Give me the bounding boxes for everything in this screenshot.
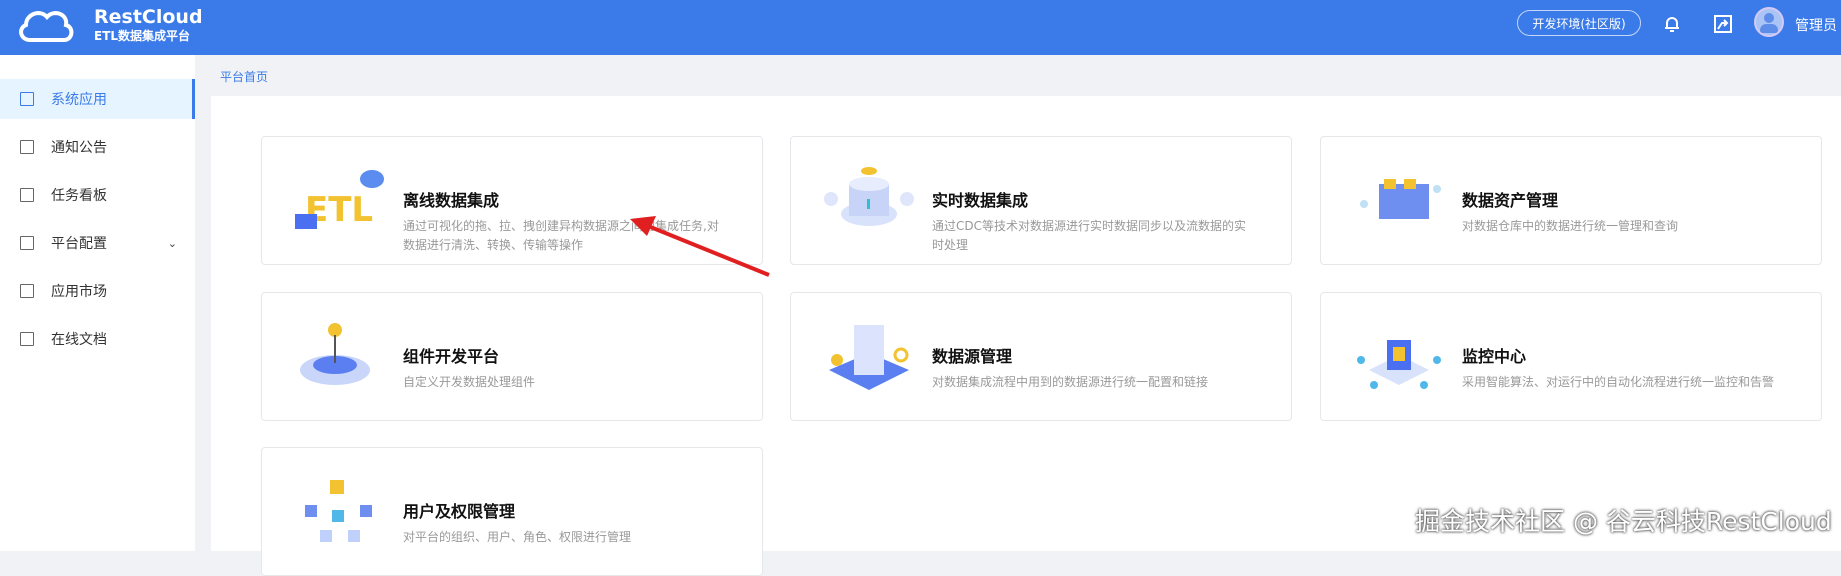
sidebar-item-platform-config[interactable]: 平台配置 ⌄ bbox=[0, 223, 195, 263]
card-title: 离线数据集成 bbox=[403, 191, 500, 210]
etl-illustration-icon: ETL bbox=[295, 170, 384, 230]
document-icon bbox=[20, 332, 34, 346]
card-title: 实时数据集成 bbox=[932, 191, 1029, 210]
sidebar-item-online-docs[interactable]: 在线文档 bbox=[0, 319, 195, 359]
card-description: 采用智能算法、对运行中的自动化流程进行统一监控和告警 bbox=[1462, 375, 1775, 389]
card-title: 组件开发平台 bbox=[403, 347, 500, 366]
card-description: 对数据集成流程中用到的数据源进行统一配置和链接 bbox=[932, 375, 1209, 389]
top-header: RestCloud ETL数据集成平台 开发环境(社区版) 管理员 bbox=[0, 0, 1841, 55]
sidebar-item-label: 任务看板 bbox=[51, 188, 107, 204]
sidebar-item-label: 系统应用 bbox=[51, 92, 107, 108]
environment-button[interactable]: 开发环境(社区版) bbox=[1517, 10, 1641, 36]
avatar[interactable] bbox=[1754, 7, 1784, 37]
data-asset-illustration-icon bbox=[1360, 179, 1441, 219]
sidebar-item-label: 在线文档 bbox=[51, 332, 107, 348]
watermark: 掘金技术社区 @ 谷云科技RestCloud bbox=[1415, 507, 1832, 536]
logo-title: RestCloud bbox=[94, 6, 203, 28]
card-description: 自定义开发数据处理组件 bbox=[403, 375, 536, 389]
card-offline-integration[interactable]: ETL 离线数据集成 通过可视化的拖、拉、拽创建异构数据源之间的集成任务,对数据… bbox=[261, 136, 763, 265]
grid-icon bbox=[20, 92, 34, 106]
logo[interactable]: RestCloud ETL数据集成平台 bbox=[16, 6, 203, 44]
board-icon bbox=[20, 188, 34, 202]
sidebar-item-label: 平台配置 bbox=[51, 236, 107, 252]
card-description: 通过可视化的拖、拉、拽创建异构数据源之间的集成任务,对数据进行清洗、转换、传输等… bbox=[403, 219, 719, 252]
card-component-dev-platform[interactable]: 组件开发平台 自定义开发数据处理组件 bbox=[261, 292, 763, 421]
card-monitoring-center[interactable]: 监控中心 采用智能算法、对运行中的自动化流程进行统一监控和告警 bbox=[1320, 292, 1822, 421]
card-data-asset-management[interactable]: 数据资产管理 对数据仓库中的数据进行统一管理和查询 bbox=[1320, 136, 1822, 265]
card-description: 对数据仓库中的数据进行统一管理和查询 bbox=[1462, 219, 1679, 233]
card-title: 数据源管理 bbox=[932, 347, 1013, 366]
card-user-permission-management[interactable]: 用户及权限管理 对平台的组织、用户、角色、权限进行管理 bbox=[261, 447, 763, 576]
terminal-icon bbox=[20, 236, 34, 250]
monitor-illustration-icon bbox=[1357, 340, 1441, 389]
card-title: 数据资产管理 bbox=[1462, 191, 1559, 210]
card-realtime-integration[interactable]: 实时数据集成 通过CDC等技术对数据源进行实时数据同步以及流数据的实时处理 bbox=[790, 136, 1292, 265]
card-title: 监控中心 bbox=[1462, 347, 1527, 366]
sidebar-item-notices[interactable]: 通知公告 bbox=[0, 127, 195, 167]
datasource-illustration-icon bbox=[829, 325, 909, 390]
bell-icon[interactable] bbox=[1662, 14, 1682, 34]
sidebar-item-app-market[interactable]: 应用市场 bbox=[0, 271, 195, 311]
realtime-illustration-icon bbox=[824, 167, 914, 226]
card-description: 对平台的组织、用户、角色、权限进行管理 bbox=[403, 530, 632, 544]
chevron-down-icon: ⌄ bbox=[167, 236, 177, 250]
breadcrumb[interactable]: 平台首页 bbox=[220, 68, 268, 85]
users-illustration-icon bbox=[305, 480, 372, 542]
megaphone-icon bbox=[20, 140, 34, 154]
grid-icon bbox=[20, 284, 34, 298]
sidebar-item-label: 通知公告 bbox=[51, 140, 107, 156]
logo-subtitle: ETL数据集成平台 bbox=[94, 29, 191, 43]
component-illustration-icon bbox=[300, 323, 370, 385]
card-title: 用户及权限管理 bbox=[403, 502, 516, 521]
sidebar: 系统应用 通知公告 任务看板 平台配置 ⌄ 应用市场 在线文档 bbox=[0, 55, 195, 551]
sidebar-item-task-board[interactable]: 任务看板 bbox=[0, 175, 195, 215]
card-description: 通过CDC等技术对数据源进行实时数据同步以及流数据的实时处理 bbox=[932, 219, 1247, 252]
sidebar-item-label: 应用市场 bbox=[51, 284, 107, 300]
cloud-logo-icon bbox=[19, 11, 74, 42]
sidebar-item-system-apps[interactable]: 系统应用 bbox=[0, 79, 195, 119]
share-icon[interactable] bbox=[1713, 14, 1733, 34]
card-datasource-management[interactable]: 数据源管理 对数据集成流程中用到的数据源进行统一配置和链接 bbox=[790, 292, 1292, 421]
user-name[interactable]: 管理员 bbox=[1795, 15, 1837, 35]
